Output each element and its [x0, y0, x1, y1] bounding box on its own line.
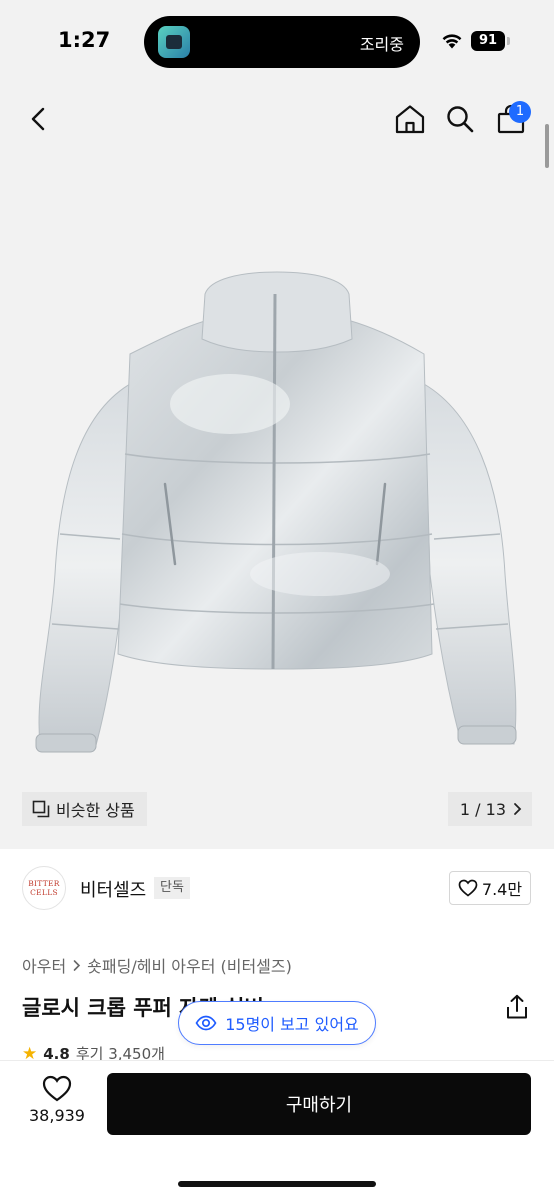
brand-logo-text-bottom: CELLS: [30, 888, 58, 897]
puffer-jacket-illustration: [35, 271, 517, 753]
battery-tip: [507, 37, 510, 45]
search-icon: [447, 106, 474, 133]
home-indicator[interactable]: [178, 1181, 376, 1187]
breadcrumb-category[interactable]: 아우터: [22, 953, 66, 977]
image-counter-text: 1 / 13: [459, 799, 506, 819]
dynamic-island[interactable]: 조리중: [144, 16, 420, 68]
similar-products-label: 비슷한 상품: [56, 801, 135, 820]
exclusive-badge: 단독: [154, 877, 190, 899]
similar-products-button[interactable]: 비슷한 상품: [22, 792, 147, 826]
breadcrumb: 아우터 숏패딩/헤비 아우터 (비터셀즈): [22, 953, 292, 977]
live-activity-app-icon: [158, 26, 190, 58]
wishlist-count: 38,939: [29, 1106, 85, 1125]
heart-icon: [42, 1075, 72, 1102]
cart-count-badge: 1: [509, 101, 531, 123]
brand-like-button[interactable]: 7.4만: [449, 871, 531, 905]
brand-like-count: 7.4만: [481, 880, 523, 899]
brand-logo-text-top: BITTER: [28, 879, 60, 888]
live-activity-text: 조리중: [359, 35, 404, 54]
top-nav: [0, 84, 554, 154]
image-counter[interactable]: 1 / 13: [447, 792, 532, 826]
status-bar: 1:27 조리중 91: [0, 0, 554, 84]
share-icon[interactable]: [505, 994, 529, 1020]
battery-indicator: 91: [471, 31, 505, 51]
product-image[interactable]: [0, 154, 554, 849]
home-button[interactable]: [393, 102, 427, 136]
back-button[interactable]: [22, 102, 56, 136]
chevron-right-icon: [73, 959, 81, 971]
scrollbar[interactable]: [545, 124, 549, 168]
heart-icon: [458, 879, 478, 897]
eye-icon: [195, 1015, 217, 1031]
home-icon: [395, 105, 425, 134]
status-time: 1:27: [58, 28, 111, 52]
brand-logo[interactable]: BITTER CELLS: [22, 866, 66, 910]
chevron-right-icon: [514, 803, 522, 815]
live-viewers-text: 15명이 보고 있어요: [225, 1015, 359, 1034]
back-arrow-icon: [31, 107, 45, 131]
wifi-icon: [442, 34, 462, 49]
live-viewers-pill: 15명이 보고 있어요: [178, 1001, 376, 1045]
brand-name[interactable]: 비터셀즈: [80, 876, 146, 902]
buy-button[interactable]: 구매하기: [107, 1073, 531, 1135]
wishlist-button[interactable]: 38,939: [24, 1075, 90, 1135]
similar-items-icon: [32, 800, 50, 818]
breadcrumb-subcategory[interactable]: 숏패딩/헤비 아우터 (비터셀즈): [87, 953, 292, 977]
search-button[interactable]: [443, 102, 477, 136]
